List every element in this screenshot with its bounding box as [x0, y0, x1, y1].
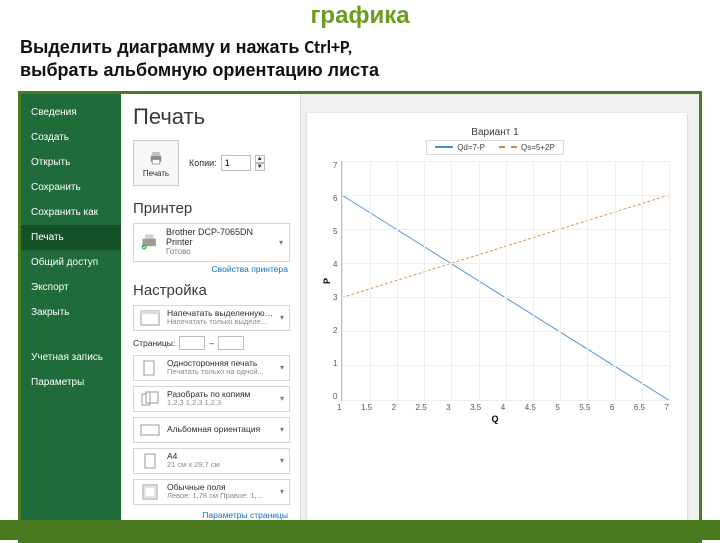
- printer-status: Готово: [166, 248, 273, 257]
- pages-sep: –: [209, 338, 214, 348]
- printer-icon: [147, 149, 165, 167]
- opt-collate[interactable]: Разобрать по копиям1,2,3 1,2,3 1,2,3 ▾: [133, 386, 290, 412]
- backstage-sidebar: Сведения Создать Открыть Сохранить Сохра…: [21, 94, 121, 540]
- sheet-icon: [139, 309, 161, 327]
- sidebar-item-print[interactable]: Печать: [21, 225, 121, 250]
- collate-icon: [139, 390, 161, 408]
- sidebar-item-saveas[interactable]: Сохранить как: [21, 200, 121, 225]
- chart-xticks: 11.522.533.544.555.566.57: [321, 401, 669, 412]
- chart-plot-area: [341, 161, 669, 401]
- page-single-icon: [139, 359, 161, 377]
- copies-label: Копии:: [189, 158, 217, 168]
- opt-margins[interactable]: Обычные поляЛевое: 1,78 см Правое: 1,...…: [133, 479, 290, 505]
- chart-legend: Qd=7-P Qs=5+2P: [426, 140, 564, 155]
- chevron-down-icon: ▾: [280, 313, 284, 322]
- preview-sheet: Вариант 1 Qd=7-P Qs=5+2P P 76543210: [307, 113, 687, 522]
- pages-row: Страницы: –: [133, 336, 290, 350]
- sidebar-item-info[interactable]: Сведения: [21, 100, 121, 125]
- sidebar-item-open[interactable]: Открыть: [21, 150, 121, 175]
- page-setup-link[interactable]: Параметры страницы: [133, 510, 288, 520]
- printer-status-icon: [140, 233, 160, 251]
- sidebar-item-new[interactable]: Создать: [21, 125, 121, 150]
- chart-title: Вариант 1: [321, 127, 669, 138]
- sidebar-item-close[interactable]: Закрыть: [21, 300, 121, 325]
- sidebar-item-account[interactable]: Учетная запись: [21, 345, 121, 370]
- opt-paper-size[interactable]: A421 см x 29,7 см ▾: [133, 448, 290, 474]
- print-button[interactable]: Печать: [133, 140, 179, 186]
- sidebar-item-options[interactable]: Параметры: [21, 370, 121, 395]
- caption-part1: Выделить диаграмму и нажать: [20, 37, 304, 57]
- copies-spin-down[interactable]: ▼: [255, 163, 265, 171]
- landscape-icon: [139, 421, 161, 439]
- chevron-down-icon: ▾: [280, 394, 284, 403]
- setup-heading: Настройка: [133, 282, 290, 299]
- chevron-down-icon: ▾: [280, 456, 284, 465]
- chevron-down-icon: ▾: [279, 238, 283, 247]
- pages-label: Страницы:: [133, 338, 175, 348]
- chart-xlabel: Q: [321, 414, 669, 424]
- screenshot-frame: Сведения Создать Открыть Сохранить Сохра…: [18, 91, 702, 543]
- opt-orientation[interactable]: Альбомная ориентация ▾: [133, 417, 290, 443]
- legend-swatch-series1: [435, 146, 453, 148]
- print-button-label: Печать: [143, 169, 169, 178]
- slide-footer-bar: [0, 520, 720, 540]
- printer-properties-link[interactable]: Свойства принтера: [133, 264, 288, 274]
- margins-icon: [139, 483, 161, 501]
- chevron-down-icon: ▾: [280, 363, 284, 372]
- slide-title: графика: [0, 0, 720, 30]
- copies-spin-up[interactable]: ▲: [255, 155, 265, 163]
- legend-label-series2: Qs=5+2P: [521, 143, 555, 152]
- printer-heading: Принтер: [133, 200, 290, 217]
- legend-swatch-series2: [499, 146, 517, 148]
- opt-duplex[interactable]: Односторонняя печатьПечатать только на о…: [133, 355, 290, 381]
- sidebar-item-share[interactable]: Общий доступ: [21, 250, 121, 275]
- copies-input[interactable]: [221, 155, 251, 171]
- excel-backstage-ui: Сведения Создать Открыть Сохранить Сохра…: [21, 94, 699, 540]
- print-preview-pane: Вариант 1 Qd=7-P Qs=5+2P P 76543210: [301, 94, 699, 540]
- pages-from-input[interactable]: [179, 336, 205, 350]
- legend-label-series1: Qd=7-P: [457, 143, 485, 152]
- caption-kbd: Ctrl+P,: [304, 36, 352, 58]
- chevron-down-icon: ▾: [280, 487, 284, 496]
- print-heading: Печать: [133, 104, 290, 130]
- chart-ylabel: P: [322, 275, 332, 287]
- sidebar-item-save[interactable]: Сохранить: [21, 175, 121, 200]
- caption-part2: выбрать альбомную ориентацию листа: [20, 60, 379, 80]
- slide-caption: Выделить диаграмму и нажать Ctrl+P, выбр…: [0, 30, 720, 91]
- chevron-down-icon: ▾: [280, 425, 284, 434]
- print-settings-panel: Печать Печать Копии: ▲ ▼: [121, 94, 301, 540]
- page-icon: [139, 452, 161, 470]
- chart-yticks: 76543210: [333, 161, 341, 401]
- opt-print-area[interactable]: Напечатать выделенную д...Напечатать тол…: [133, 305, 290, 331]
- sidebar-item-export[interactable]: Экспорт: [21, 275, 121, 300]
- pages-to-input[interactable]: [218, 336, 244, 350]
- printer-select[interactable]: Brother DCP-7065DN Printer Готово ▾: [133, 223, 290, 262]
- printer-name: Brother DCP-7065DN Printer: [166, 228, 273, 248]
